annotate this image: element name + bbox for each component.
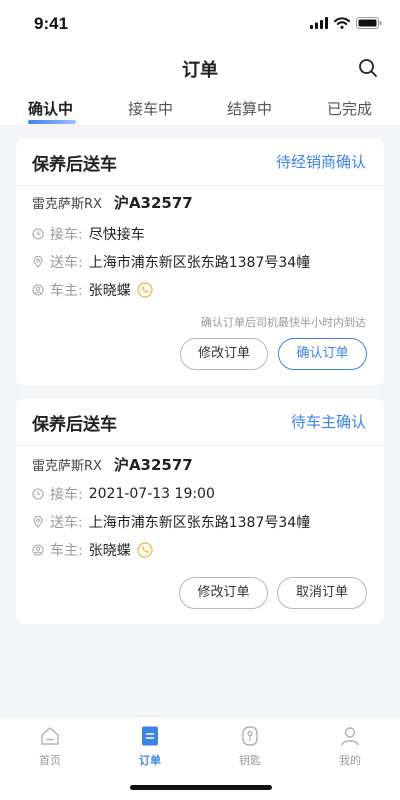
pickup-value: 尽快接车	[88, 227, 145, 243]
clock-icon	[32, 488, 44, 500]
bottom-tab-keys[interactable]: 钥匙	[220, 725, 280, 768]
search-icon[interactable]	[358, 58, 378, 78]
card-header: 保养后送车 待车主确认	[16, 398, 384, 446]
owner-label: 车主:	[50, 283, 83, 299]
pickup-value: 2021-07-13 19:00	[88, 486, 215, 502]
vehicle-model: 雷克萨斯RX	[32, 458, 102, 474]
order-card[interactable]: 保养后送车 待经销商确认 雷克萨斯RX 沪A32577 接车: 尽快接车 送车:…	[16, 138, 384, 386]
order-status: 待经销商确认	[275, 153, 366, 171]
home-indicator	[130, 785, 272, 790]
order-tabs: 确认中 接车中 结算中 已完成	[0, 90, 400, 126]
owner-row: 车主: 张晓蝶	[32, 540, 372, 560]
home-icon	[41, 727, 59, 745]
clock-icon	[32, 228, 44, 240]
owner-name: 张晓蝶	[88, 543, 131, 559]
status-time: 9:41	[34, 14, 69, 33]
bottom-tab-label: 订单	[139, 754, 161, 767]
order-status: 待车主确认	[290, 413, 366, 431]
order-card[interactable]: 保养后送车 待车主确认 雷克萨斯RX 沪A32577 接车: 2021-07-1…	[16, 398, 384, 624]
bottom-tab-home[interactable]: 首页	[20, 725, 80, 768]
location-icon	[33, 256, 43, 268]
license-plate: 沪A32577	[113, 193, 193, 212]
delivery-label: 送车:	[50, 515, 83, 531]
pickup-row: 接车: 2021-07-13 19:00	[32, 484, 372, 504]
nav-bar: 订单	[0, 46, 400, 90]
delivery-address: 上海市浦东新区张东路1387号34幢	[88, 255, 311, 271]
bottom-tab-label: 钥匙	[239, 754, 261, 767]
modify-order-button[interactable]: 修改订单	[179, 577, 268, 609]
bottom-tab-orders[interactable]: 订单	[120, 725, 180, 768]
pickup-row: 接车: 尽快接车	[32, 224, 372, 244]
vehicle-info: 雷克萨斯RX 沪A32577	[32, 192, 193, 212]
delivery-address: 上海市浦东新区张东路1387号34幢	[88, 515, 311, 531]
bottom-tab-profile[interactable]: 我的	[320, 725, 380, 768]
location-icon	[33, 516, 43, 528]
order-title: 保养后送车	[32, 155, 117, 175]
profile-icon	[341, 727, 359, 746]
wifi-icon	[334, 17, 350, 29]
cancel-order-button[interactable]: 取消订单	[277, 577, 367, 609]
pickup-label: 接车:	[50, 487, 83, 503]
pickup-label: 接车:	[50, 227, 83, 243]
status-bar: 9:41	[0, 0, 400, 46]
arrival-note: 确认订单后司机最快半小时内到达	[201, 316, 366, 329]
order-title: 保养后送车	[32, 415, 117, 435]
card-header: 保养后送车 待经销商确认	[16, 138, 384, 186]
tab-pickup[interactable]: 接车中	[128, 98, 173, 119]
delivery-label: 送车:	[50, 255, 83, 271]
battery-icon	[356, 17, 382, 29]
page-title: 订单	[182, 60, 218, 81]
owner-label: 车主:	[50, 543, 83, 559]
key-icon	[242, 726, 258, 746]
phone-icon[interactable]	[137, 542, 153, 558]
phone-icon[interactable]	[137, 282, 153, 298]
delivery-row: 送车: 上海市浦东新区张东路1387号34幢	[32, 252, 372, 272]
owner-row: 车主: 张晓蝶	[32, 280, 372, 300]
delivery-row: 送车: 上海市浦东新区张东路1387号34幢	[32, 512, 372, 532]
order-icon	[142, 726, 158, 746]
vehicle-model: 雷克萨斯RX	[32, 196, 102, 212]
tab-settlement[interactable]: 结算中	[227, 98, 272, 119]
confirm-order-button[interactable]: 确认订单	[278, 338, 367, 370]
bottom-tab-label: 首页	[39, 754, 61, 767]
license-plate: 沪A32577	[113, 455, 193, 474]
owner-name: 张晓蝶	[88, 283, 131, 299]
vehicle-info: 雷克萨斯RX 沪A32577	[32, 454, 193, 474]
tab-confirming[interactable]: 确认中	[28, 98, 73, 119]
signal-icon	[310, 17, 328, 29]
modify-order-button[interactable]: 修改订单	[180, 338, 268, 370]
tab-indicator	[28, 120, 76, 124]
tab-completed[interactable]: 已完成	[327, 98, 372, 119]
bottom-tab-label: 我的	[339, 754, 361, 767]
user-icon	[32, 544, 44, 556]
user-icon	[32, 284, 44, 296]
status-icons	[310, 16, 382, 30]
